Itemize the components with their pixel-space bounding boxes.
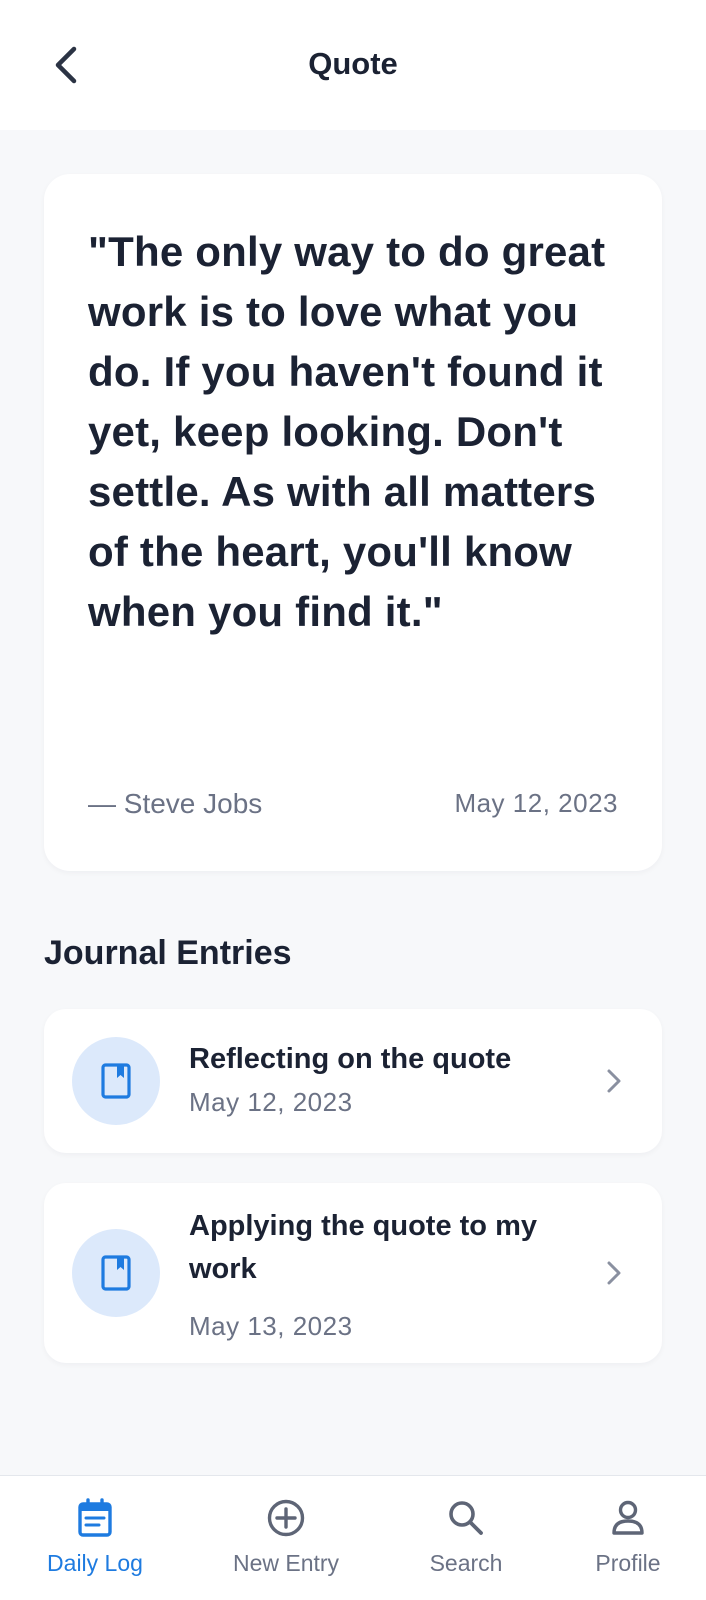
nav-item-search[interactable]: Search <box>418 1476 514 1600</box>
chevron-right-icon <box>602 1066 626 1096</box>
entry-title: Applying the quote to my work <box>189 1210 537 1285</box>
app-root: Quote "The only way to do great work is … <box>0 0 706 1600</box>
top-bar: Quote <box>0 0 706 130</box>
quote-card: "The only way to do great work is to lov… <box>44 174 662 871</box>
journal-entry[interactable]: Applying the quote to my work May 13, 20… <box>44 1183 662 1363</box>
calendar-icon <box>78 1498 112 1537</box>
bottom-nav: Daily Log New Entry Search Profile <box>0 1475 706 1600</box>
entry-title: Reflecting on the quote <box>189 1043 512 1075</box>
chevron-right-icon <box>602 1258 626 1288</box>
entry-date: May 13, 2023 <box>189 1311 353 1341</box>
person-icon <box>612 1500 644 1535</box>
nav-item-new-entry[interactable]: New Entry <box>222 1476 350 1600</box>
nav-label: Daily Log <box>47 1550 143 1576</box>
entry-icon-bubble <box>72 1229 160 1317</box>
plus-circle-icon <box>267 1499 305 1537</box>
book-icon <box>101 1063 131 1099</box>
nav-label: Profile <box>595 1550 661 1576</box>
nav-item-daily-log[interactable]: Daily Log <box>40 1476 150 1600</box>
quote-author: — Steve Jobs <box>88 788 263 819</box>
nav-item-profile[interactable]: Profile <box>580 1476 676 1600</box>
entry-date: May 12, 2023 <box>189 1087 353 1117</box>
journal-entry[interactable]: Reflecting on the quote May 12, 2023 <box>44 1009 662 1153</box>
search-icon <box>449 1501 483 1535</box>
quote-date: May 12, 2023 <box>454 788 618 818</box>
entry-icon-bubble <box>72 1037 160 1125</box>
section-title: Journal Entries <box>44 934 292 972</box>
nav-label: Search <box>429 1550 503 1576</box>
nav-label: New Entry <box>232 1550 340 1576</box>
book-icon <box>101 1255 131 1291</box>
quote-text: "The only way to do great work is to lov… <box>88 228 606 635</box>
page-title: Quote <box>308 46 398 81</box>
